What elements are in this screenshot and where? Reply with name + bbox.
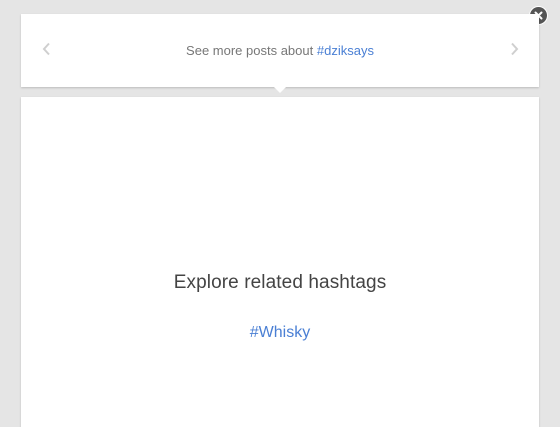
current-hashtag-link[interactable]: #dziksays [317,43,374,58]
header-pointer [274,87,286,93]
related-hashtags: #Whisky [21,324,539,342]
header-prefix-text: See more posts about [186,43,314,58]
chevron-right-icon [510,42,519,61]
explore-title: Explore related hashtags [173,272,387,293]
hashtag-header-card: See more posts about #dziksays [21,14,539,87]
related-hashtag-link[interactable]: #Whisky [250,324,310,341]
next-button[interactable] [504,40,524,62]
hashtag-header-text: See more posts about #dziksays [21,43,539,58]
main-card: Explore related hashtags #Whisky [21,97,539,427]
